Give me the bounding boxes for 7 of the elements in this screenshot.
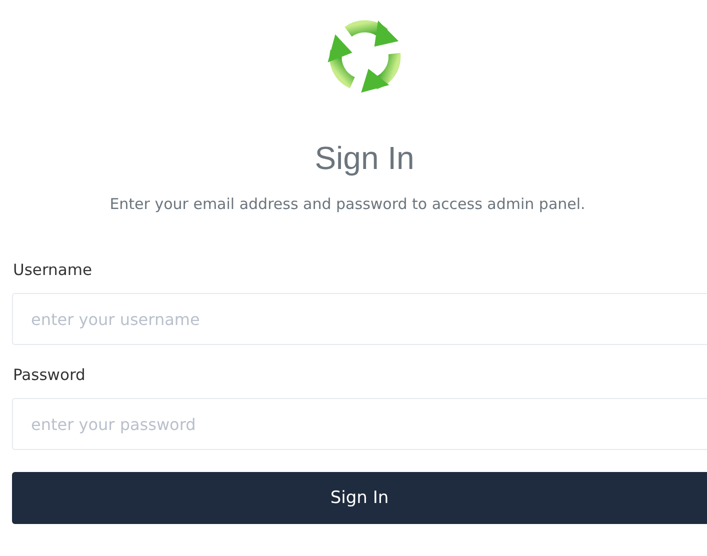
field-label: Password — [13, 366, 86, 384]
page-title: Sign In — [314, 140, 416, 177]
subtitle: Enter your email address and password to access admin panel. — [108, 195, 586, 213]
sign-in-button[interactable]: Sign In — [12, 472, 707, 524]
input-field[interactable]: enter your username — [12, 293, 707, 345]
field-label: Username — [13, 261, 94, 279]
input-field[interactable]: enter your password — [12, 398, 707, 450]
